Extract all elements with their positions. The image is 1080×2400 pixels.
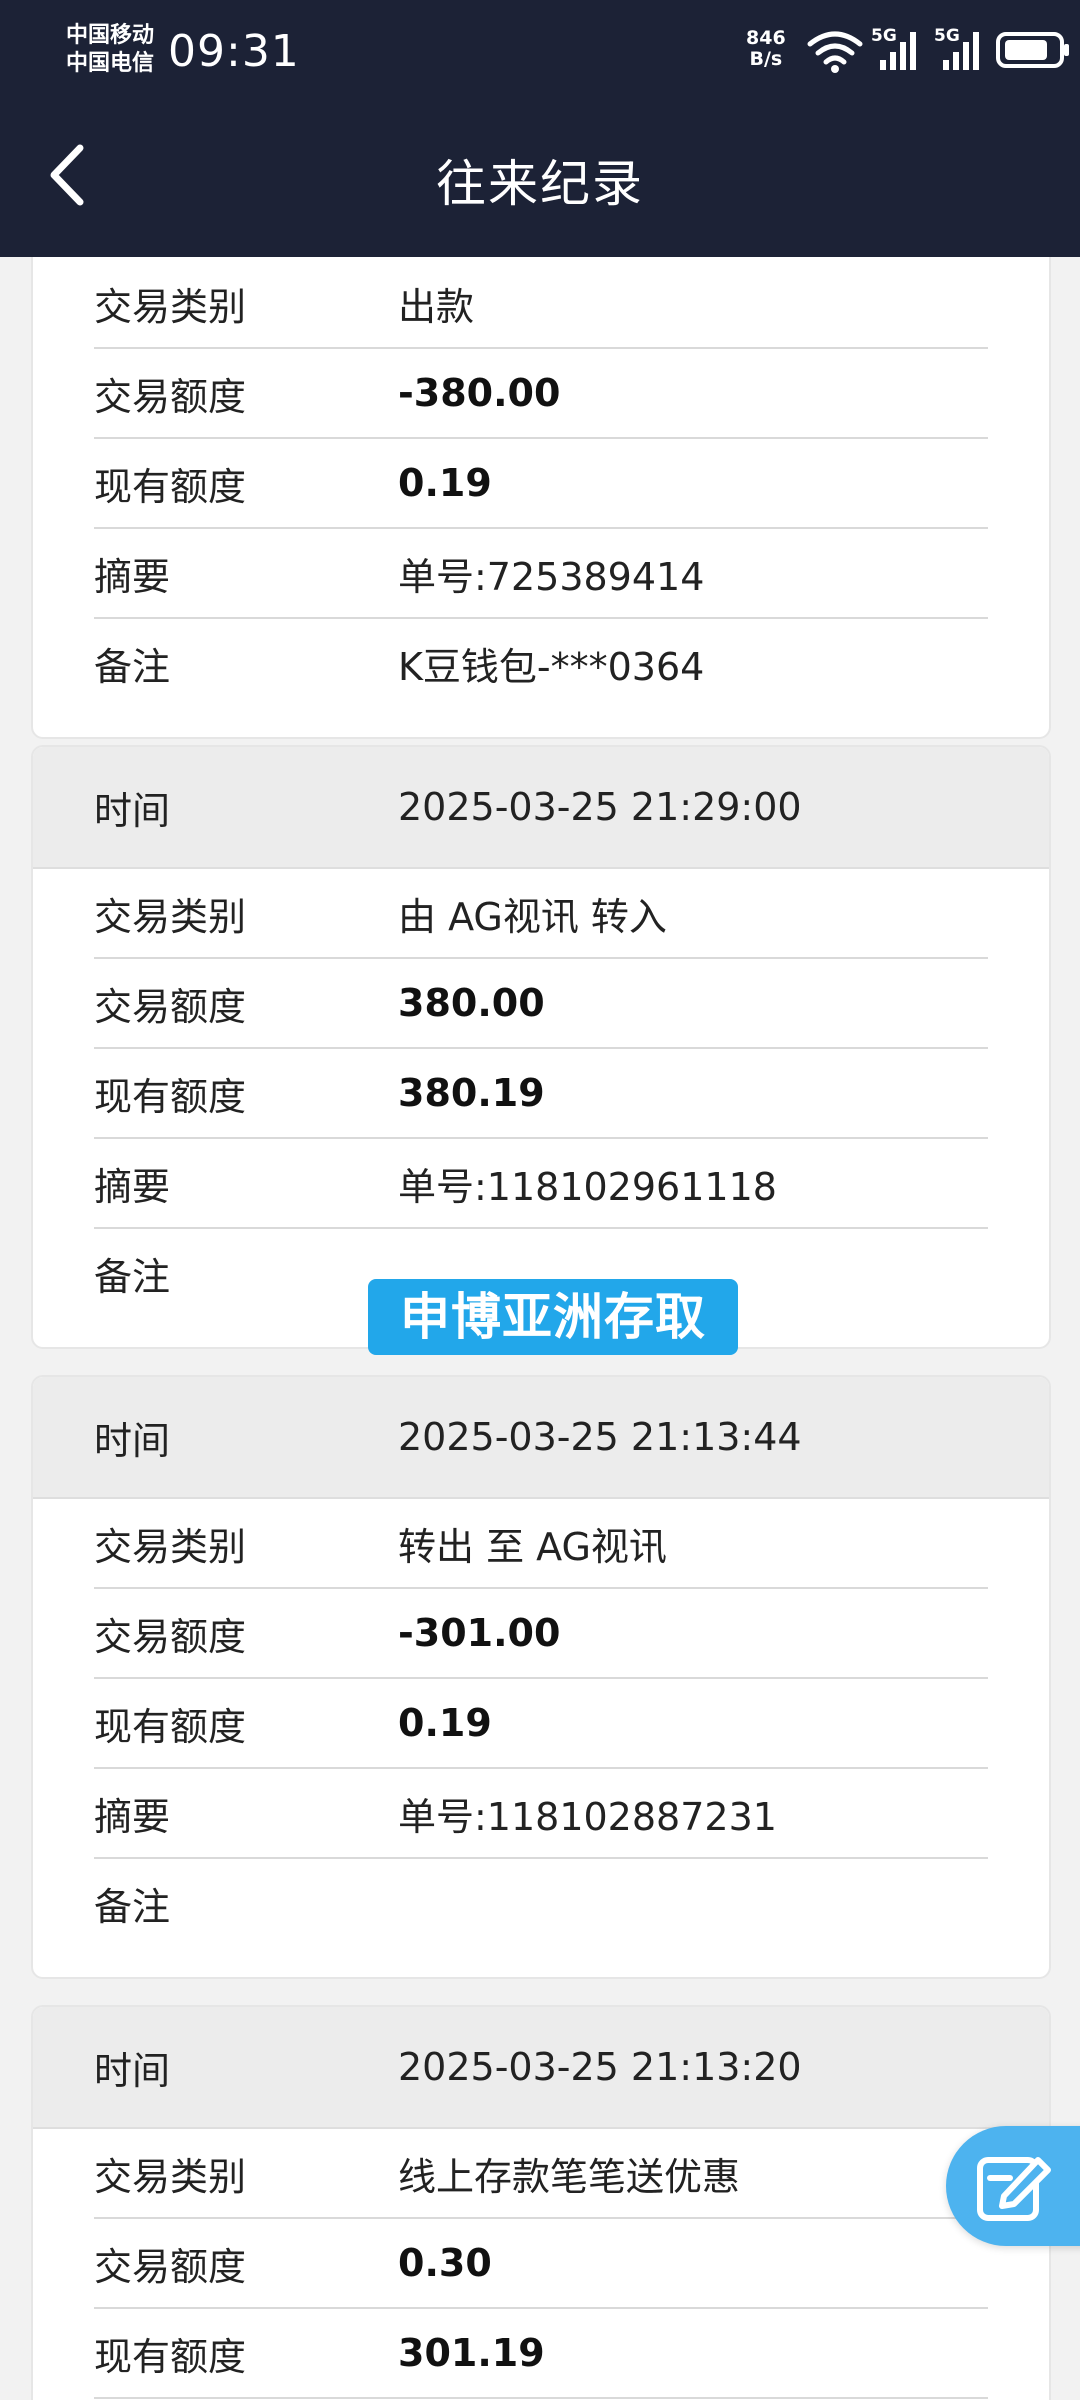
record-card: 交易类别 出款 交易额度 -380.00 现有额度 0.19 摘要 单号:725… bbox=[31, 257, 1051, 739]
record-time-header: 时间 2025-03-25 21:29:00 bbox=[33, 747, 1049, 869]
record-card: 时间 2025-03-25 21:13:44 交易类别 转出 至 AG视讯 交易… bbox=[31, 1375, 1051, 1979]
row-value: 转出 至 AG视讯 bbox=[398, 1524, 667, 1569]
row-value: K豆钱包-***0364 bbox=[398, 644, 705, 689]
record-row-balance: 现有额度 0.19 bbox=[94, 1679, 988, 1769]
net-speed-value: 846 bbox=[746, 27, 786, 49]
row-label: 交易额度 bbox=[94, 2244, 247, 2289]
row-value: 380.19 bbox=[398, 1071, 545, 1115]
record-row-amount: 交易额度 -380.00 bbox=[94, 349, 988, 439]
row-value: 0.19 bbox=[398, 461, 492, 505]
row-value: -380.00 bbox=[398, 371, 561, 415]
record-row-type: 交易类别 出款 bbox=[94, 259, 988, 349]
record-row-balance: 现有额度 301.19 bbox=[94, 2309, 988, 2399]
record-card: 时间 2025-03-25 21:13:20 交易类别 线上存款笔笔送优惠 交易… bbox=[31, 2005, 1051, 2400]
record-row-type: 交易类别 转出 至 AG视讯 bbox=[94, 1499, 988, 1589]
row-value: -301.00 bbox=[398, 1611, 561, 1655]
row-value: 380.00 bbox=[398, 981, 545, 1025]
row-label: 现有额度 bbox=[94, 2334, 247, 2379]
edit-icon bbox=[977, 2157, 1051, 2221]
row-value: 单号:118102887231 bbox=[398, 1794, 777, 1839]
carrier-1: 中国移动 bbox=[66, 23, 155, 48]
time-label: 时间 bbox=[94, 788, 171, 833]
row-label: 现有额度 bbox=[94, 1704, 247, 1749]
row-label: 交易额度 bbox=[94, 1614, 247, 1659]
row-label: 交易额度 bbox=[94, 374, 247, 419]
row-value: 单号:118102961118 bbox=[398, 1164, 777, 1209]
row-label: 摘要 bbox=[94, 1164, 171, 1209]
row-value: 301.19 bbox=[398, 2331, 545, 2375]
status-time: 09:31 bbox=[168, 26, 300, 77]
row-label: 备注 bbox=[94, 644, 171, 689]
record-row-balance: 现有额度 380.19 bbox=[94, 1049, 988, 1139]
row-label: 现有额度 bbox=[94, 464, 247, 509]
time-value: 2025-03-25 21:13:44 bbox=[398, 1415, 802, 1459]
record-row-amount: 交易额度 0.30 bbox=[94, 2219, 988, 2309]
record-row-type: 交易类别 线上存款笔笔送优惠 bbox=[94, 2129, 988, 2219]
net-speed-unit: B/s bbox=[749, 48, 783, 70]
row-value: 0.19 bbox=[398, 1701, 492, 1745]
signal-icon bbox=[880, 32, 916, 70]
record-row-summary: 摘要 单号:118102887231 bbox=[94, 1769, 988, 1859]
status-bar: 中国移动 中国电信 09:31 846 B/s 5G 5G bbox=[0, 0, 1080, 110]
page-title: 往来纪录 bbox=[436, 155, 644, 213]
row-label: 交易类别 bbox=[94, 894, 247, 939]
time-value: 2025-03-25 21:29:00 bbox=[398, 785, 802, 829]
carrier-2: 中国电信 bbox=[66, 51, 155, 76]
status-icons: 846 B/s 5G 5G bbox=[660, 26, 1080, 76]
record-row-note: 备注 bbox=[94, 1859, 988, 1947]
row-value: 线上存款笔笔送优惠 bbox=[398, 2154, 741, 2199]
row-value: 出款 bbox=[398, 284, 475, 329]
record-row-type: 交易类别 由 AG视讯 转入 bbox=[94, 869, 988, 959]
record-time-header: 时间 2025-03-25 21:13:20 bbox=[33, 2007, 1049, 2129]
signal-icon bbox=[943, 32, 979, 70]
row-value: 由 AG视讯 转入 bbox=[398, 894, 667, 939]
record-row-note: 备注 K豆钱包-***0364 bbox=[94, 619, 988, 707]
top-bar: 中国移动 中国电信 09:31 846 B/s 5G 5G 往来纪录 bbox=[0, 0, 1080, 257]
time-label: 时间 bbox=[94, 2048, 171, 2093]
row-value: 单号:725389414 bbox=[398, 554, 705, 599]
record-row-summary: 摘要 单号:725389414 bbox=[94, 529, 988, 619]
time-value: 2025-03-25 21:13:20 bbox=[398, 2045, 802, 2089]
record-row-summary: 摘要 单号:118102961118 bbox=[94, 1139, 988, 1229]
row-label: 备注 bbox=[94, 1884, 171, 1929]
row-label: 摘要 bbox=[94, 1794, 171, 1839]
wifi-icon bbox=[807, 31, 863, 73]
row-label: 交易类别 bbox=[94, 2154, 247, 2199]
record-row-amount: 交易额度 -301.00 bbox=[94, 1589, 988, 1679]
row-value: 0.30 bbox=[398, 2241, 492, 2285]
battery-icon bbox=[996, 32, 1069, 68]
row-label: 交易类别 bbox=[94, 284, 247, 329]
record-time-header: 时间 2025-03-25 21:13:44 bbox=[33, 1377, 1049, 1499]
nav-bar: 往来纪录 bbox=[0, 120, 1080, 230]
row-label: 交易类别 bbox=[94, 1524, 247, 1569]
row-label: 备注 bbox=[94, 1254, 171, 1299]
record-row-balance: 现有额度 0.19 bbox=[94, 439, 988, 529]
record-card: 时间 2025-03-25 21:29:00 交易类别 由 AG视讯 转入 交易… bbox=[31, 745, 1051, 1349]
edit-fab-button[interactable] bbox=[946, 2126, 1080, 2246]
time-label: 时间 bbox=[94, 1418, 171, 1463]
row-label: 交易额度 bbox=[94, 984, 247, 1029]
row-label: 摘要 bbox=[94, 554, 171, 599]
record-row-amount: 交易额度 380.00 bbox=[94, 959, 988, 1049]
net-speed: 846 B/s bbox=[746, 28, 786, 70]
watermark-label: 申博亚洲存取 bbox=[368, 1279, 738, 1355]
carrier-labels: 中国移动 中国电信 bbox=[66, 22, 154, 78]
row-label: 现有额度 bbox=[94, 1074, 247, 1119]
